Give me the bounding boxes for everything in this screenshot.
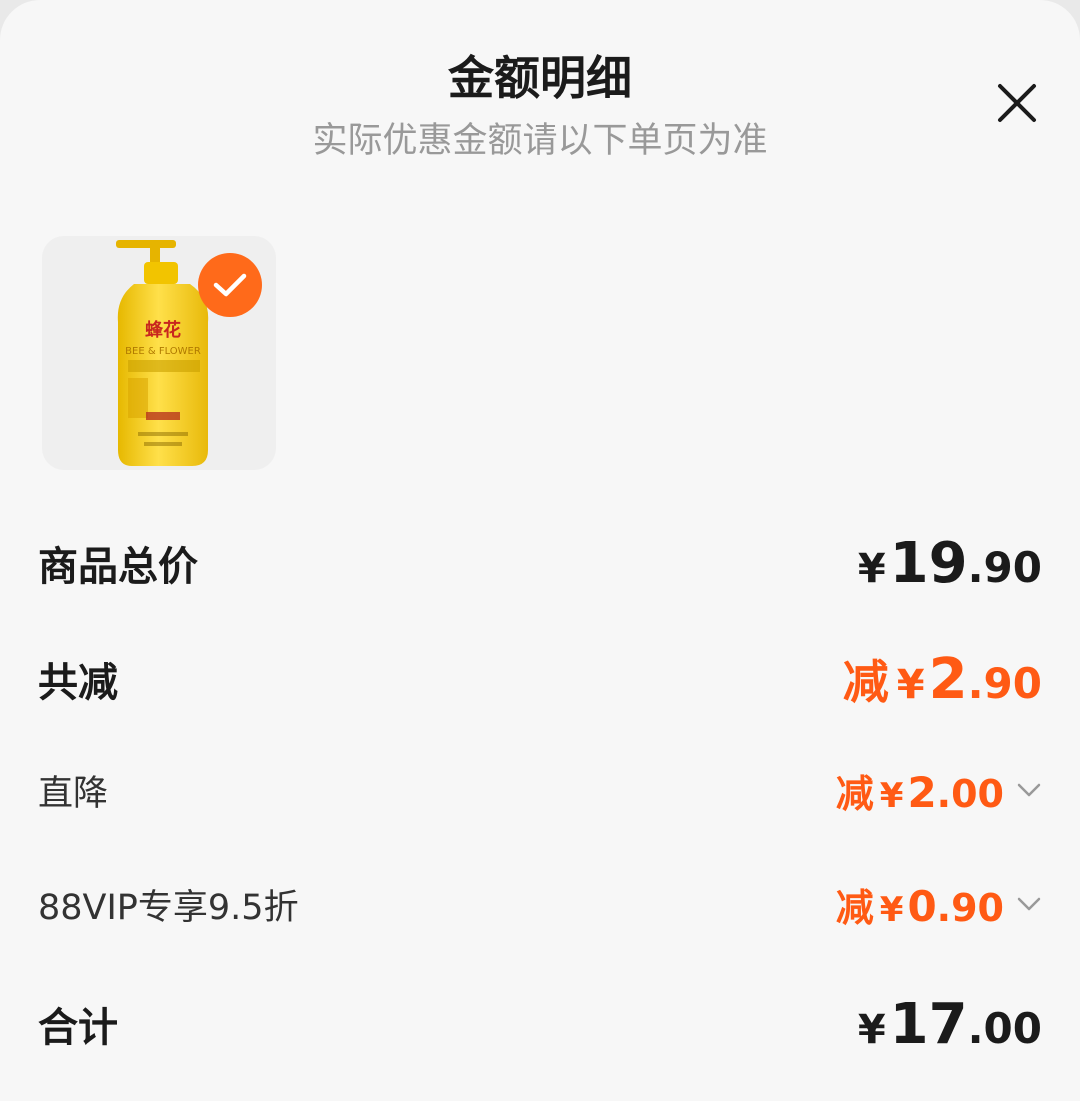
brand-cn-text: 蜂花 xyxy=(145,319,181,341)
row-total-discount: 共减 减 ¥ 2 .90 xyxy=(38,642,1042,716)
brand-en-text: BEE & FLOWER xyxy=(125,346,201,357)
sheet-subtitle: 实际优惠金额请以下单页为准 xyxy=(312,121,768,161)
chevron-down-icon xyxy=(1017,897,1041,911)
88vip-discount-amount: 减 ¥ 0 .90 xyxy=(835,881,1004,931)
row-goods-total: 商品总价 ¥ 19 .90 xyxy=(38,528,1042,598)
88vip-discount-expander[interactable]: 减 ¥ 0 .90 xyxy=(836,877,1042,932)
goods-total-label: 商品总价 xyxy=(38,544,198,590)
amount-detail-sheet: 金额明细 实际优惠金额请以下单页为准 蜂花 BEE & FLOWER 商品总价 … xyxy=(0,0,1080,1101)
direct-reduction-amount: 减 ¥ 2 .00 xyxy=(835,767,1004,817)
total-discount-label: 共减 xyxy=(38,660,118,706)
row-grand-total: 合计 ¥ 17 .00 xyxy=(38,988,1042,1060)
chevron-down-icon xyxy=(1017,783,1041,797)
selected-check-badge[interactable] xyxy=(198,253,262,317)
direct-reduction-label: 直降 xyxy=(38,773,109,814)
direct-reduction-expander[interactable]: 减 ¥ 2 .00 xyxy=(836,763,1042,818)
row-88vip-discount[interactable]: 88VIP专享9.5折 减 ¥ 0 .90 xyxy=(38,874,1042,934)
checkmark-icon xyxy=(213,273,247,297)
goods-total-amount: ¥ 19 .90 xyxy=(857,530,1042,596)
close-icon[interactable] xyxy=(994,80,1040,126)
sheet-title: 金额明细 xyxy=(448,51,632,105)
row-direct-reduction[interactable]: 直降 减 ¥ 2 .00 xyxy=(38,760,1042,820)
grand-total-label: 合计 xyxy=(38,1005,118,1051)
total-discount-amount: 减 ¥ 2 .90 xyxy=(842,647,1042,712)
grand-total-amount: ¥ 17 .00 xyxy=(857,991,1042,1057)
88vip-discount-label: 88VIP专享9.5折 xyxy=(38,887,299,928)
